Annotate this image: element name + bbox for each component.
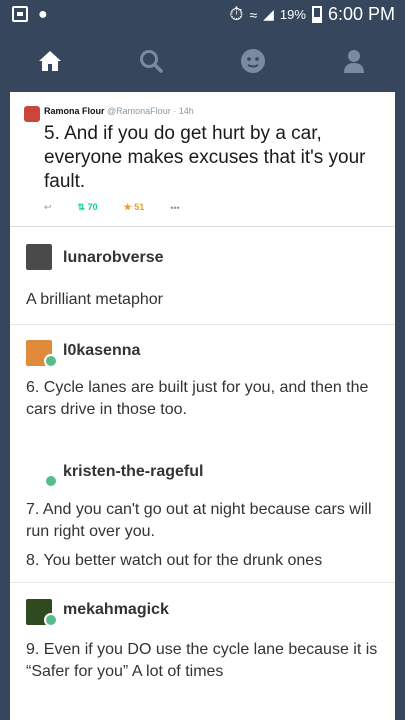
account-icon: [344, 50, 364, 73]
signal-icon: ◢: [263, 6, 274, 22]
tab-home[interactable]: [33, 44, 67, 78]
tweet-actions: ↩ ⇅ 70 ★ 51 •••: [44, 202, 180, 213]
like-count-value: 51: [134, 202, 145, 212]
like-count: ★ 51: [123, 202, 145, 212]
alarm-icon: ⏱: [229, 4, 244, 24]
tab-bar: [0, 30, 405, 92]
username[interactable]: mekahmagick: [63, 601, 169, 619]
gallery-icon: [12, 6, 28, 22]
tab-account[interactable]: [337, 44, 371, 78]
tweet-handle: @RamonaFlour · 14h: [107, 106, 194, 116]
username[interactable]: lunarobverse: [63, 249, 163, 267]
username[interactable]: l0kasenna: [63, 342, 140, 360]
tab-activity[interactable]: [236, 44, 270, 78]
more-icon: •••: [170, 202, 180, 213]
reblog-text: 7. And you can't go out at night because…: [26, 501, 372, 540]
home-icon: [39, 51, 61, 71]
activity-icon: [241, 49, 265, 73]
reblog-icon: [44, 613, 58, 627]
battery-percent: 19%: [279, 7, 306, 22]
search-icon: [140, 50, 163, 73]
reply-icon: ↩: [44, 202, 52, 212]
status-bar: ● ⏱ ≈ ◢ 19% 6:00 PM: [0, 0, 405, 30]
post-content: Ramona Flour @RamonaFlour · 14h 5. And i…: [10, 92, 395, 720]
retweet-count: ⇅ 70: [77, 202, 98, 212]
reblog-text: 8. You better watch out for the drunk on…: [26, 552, 323, 569]
tweet-author: Ramona Flour: [44, 106, 105, 116]
reblog-entry: l0kasenna 6. Cycle lanes are built just …: [10, 325, 395, 583]
embedded-tweet: Ramona Flour @RamonaFlour · 14h 5. And i…: [10, 92, 395, 227]
reblog-text: 9. Even if you DO use the cycle lane bec…: [26, 641, 378, 680]
tweet-meta: Ramona Flour @RamonaFlour · 14h: [44, 106, 194, 116]
username[interactable]: kristen-the-rageful: [63, 463, 203, 481]
tweet-text: 5. And if you do get hurt by a car, ever…: [44, 123, 366, 192]
reblog-icon: [44, 354, 58, 368]
reblog-entry: lunarobverse A brilliant metaphor: [10, 227, 395, 325]
reblog-entry: mekahmagick 9. Even if you DO use the cy…: [10, 583, 395, 720]
reblog-icon: [44, 474, 58, 488]
tab-search[interactable]: [134, 44, 168, 78]
wifi-icon: ≈: [249, 6, 258, 23]
clock: 6:00 PM: [327, 4, 395, 24]
avatar[interactable]: [26, 244, 52, 270]
reblog-text: 6. Cycle lanes are built just for you, a…: [26, 379, 369, 418]
retweet-count-value: 70: [87, 202, 98, 212]
reblog-text: A brilliant metaphor: [26, 291, 163, 308]
tweet-avatar: [24, 106, 40, 122]
drop-icon: ●: [38, 6, 48, 23]
battery-icon: [311, 6, 322, 23]
